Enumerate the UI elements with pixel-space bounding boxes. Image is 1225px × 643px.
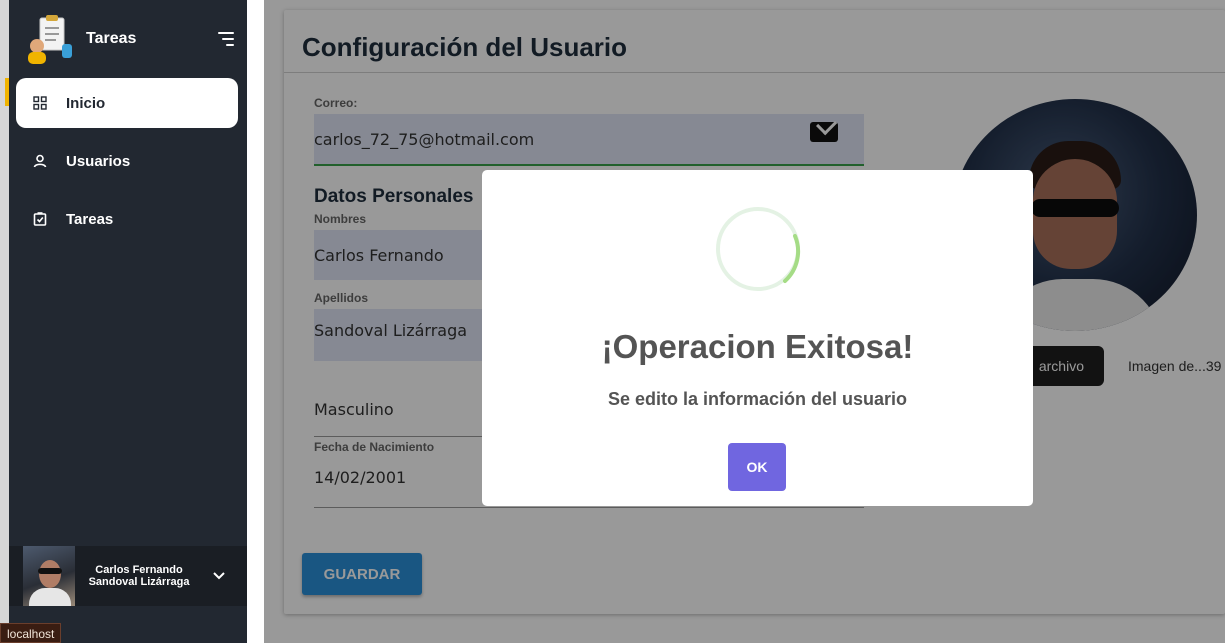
success-dialog: ¡Operacion Exitosa! Se edito la informac… [482,170,1033,506]
status-host: localhost [0,623,62,643]
user-icon [32,153,48,169]
success-spinner-icon [715,206,801,292]
grid-icon [32,95,48,111]
sidebar-item-label: Usuarios [66,152,131,170]
menu-toggle-icon[interactable] [218,32,234,46]
sidebar-item-usuarios[interactable]: Usuarios [16,136,238,186]
sidebar-item-label: Inicio [66,94,106,112]
sidebar-item-label: Tareas [66,210,114,228]
chevron-down-icon[interactable] [209,566,229,586]
sidebar-nav: Inicio Usuarios Tareas [16,78,238,252]
dialog-message: Se edito la información del usuario [607,389,908,409]
tasks-logo-icon [26,14,78,64]
brand-title: Tareas [86,30,137,47]
avatar [23,546,75,606]
user-profile[interactable]: Carlos Fernando Sandoval Lizárraga [9,546,247,606]
profile-name: Carlos Fernando Sandoval Lizárraga [88,564,190,588]
dialog-title: ¡Operacion Exitosa! [601,328,914,365]
sidebar-item-tareas[interactable]: Tareas [16,194,238,244]
ok-button[interactable]: OK [728,443,786,491]
clipboard-check-icon [32,211,48,227]
app-strip [0,0,9,643]
brand: Tareas [26,14,136,64]
sidebar-item-inicio[interactable]: Inicio [16,78,238,128]
